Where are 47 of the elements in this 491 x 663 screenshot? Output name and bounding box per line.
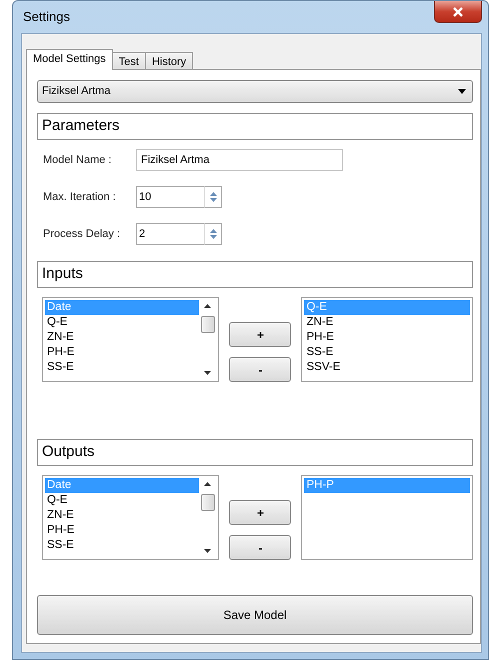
field-label: Max. Iteration : xyxy=(43,190,117,205)
list-box[interactable]: Date Q-E ZN-E PH-E SS-E xyxy=(42,297,220,382)
window-title: Settings xyxy=(22,8,70,26)
remove-button[interactable]: - xyxy=(229,357,292,382)
list-item[interactable]: ZN-E xyxy=(304,315,470,330)
list-item[interactable]: SSV-E xyxy=(304,360,470,375)
tab[interactable]: History xyxy=(144,52,194,70)
scroll-up-icon[interactable] xyxy=(204,482,212,486)
close-button[interactable] xyxy=(434,1,482,23)
number-field[interactable]: 2 xyxy=(136,223,204,245)
scroll-down-icon[interactable] xyxy=(204,371,212,375)
remove-button[interactable]: - xyxy=(229,535,292,560)
list-item[interactable]: ZN-E xyxy=(45,330,200,345)
list-item[interactable]: Q-E xyxy=(45,493,200,508)
spin-button[interactable] xyxy=(204,223,222,245)
spin-button[interactable] xyxy=(204,186,222,208)
caret-icon xyxy=(458,89,466,94)
list-item[interactable]: SS-E xyxy=(45,538,200,553)
spin-arrows-icon xyxy=(210,191,216,203)
spin-arrows-icon xyxy=(210,228,216,240)
field-label: Process Delay : xyxy=(43,226,122,242)
group-header: Outputs xyxy=(37,439,473,466)
list-item[interactable]: PH-E xyxy=(304,330,470,345)
scroll-thumb[interactable] xyxy=(200,316,215,333)
model-dropdown[interactable]: Fiziksel Artma xyxy=(37,80,473,103)
model-name-field[interactable]: Fiziksel Artma xyxy=(136,149,343,171)
scroll-up-icon[interactable] xyxy=(204,304,212,308)
list-item[interactable]: SS-E xyxy=(45,360,200,375)
scroll-thumb[interactable] xyxy=(200,494,215,511)
list-item[interactable]: PH-E xyxy=(45,345,200,360)
list-item[interactable]: SS-E xyxy=(304,345,470,360)
list-box[interactable]: Date Q-E ZN-E PH-E SS-E xyxy=(42,475,220,560)
list-item[interactable]: Q-E xyxy=(45,315,200,330)
field-label: Model Name : xyxy=(43,152,112,168)
list-item[interactable]: PH-E xyxy=(45,523,200,538)
list-item[interactable]: ZN-E xyxy=(45,508,200,523)
scroll-down-icon[interactable] xyxy=(204,549,212,553)
number-field[interactable]: 10 xyxy=(136,186,204,208)
group-header: Parameters xyxy=(37,113,473,140)
group-header: Inputs xyxy=(37,261,473,288)
add-button[interactable]: + xyxy=(229,500,292,525)
close-icon xyxy=(452,6,464,16)
tab[interactable]: Model Settings xyxy=(26,49,113,70)
dropdown-value: Fiziksel Artma xyxy=(42,84,110,100)
list-box[interactable]: Q-E ZN-E PH-E SS-E SSV-E xyxy=(301,297,473,382)
save-model-button[interactable]: Save Model xyxy=(37,595,473,635)
add-button[interactable]: + xyxy=(229,322,292,347)
